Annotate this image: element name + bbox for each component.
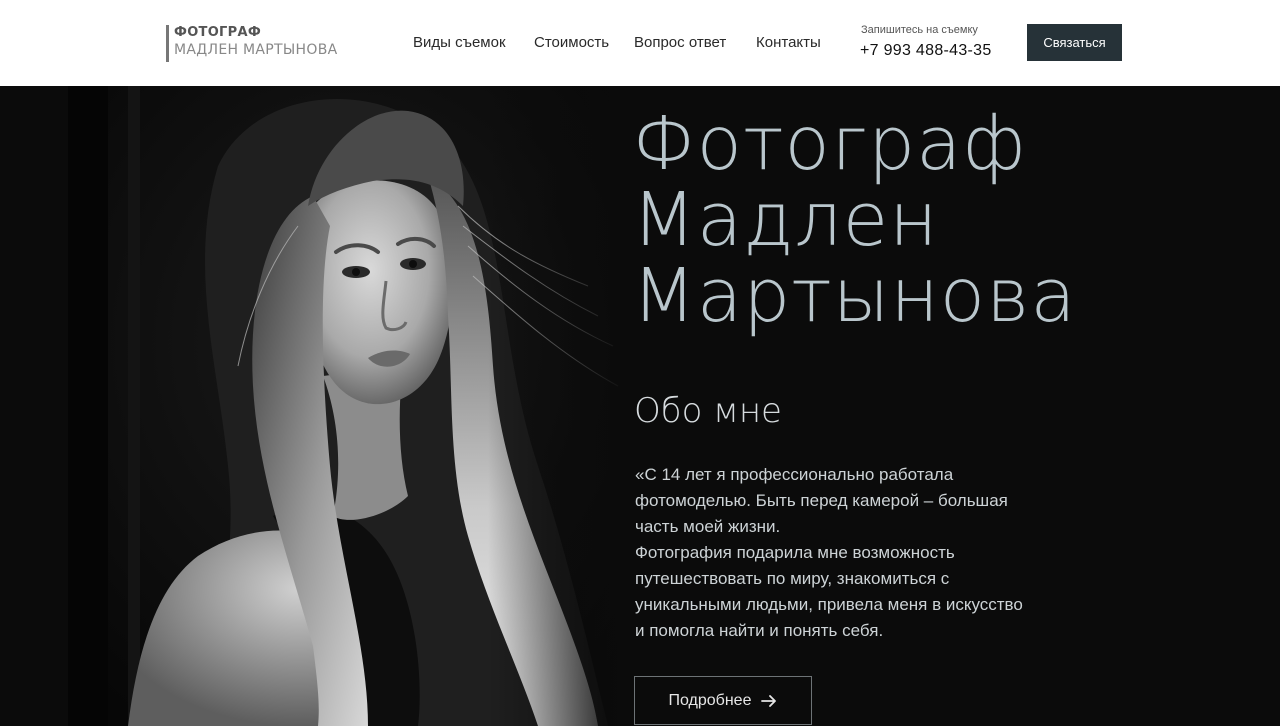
hero-title-line: Фотограф xyxy=(632,101,1027,187)
hero-section: Фотограф Мадлен Мартынова Обо мне «С 14 … xyxy=(0,86,1280,726)
logo-title: ФОТОГРАФ xyxy=(174,25,262,40)
nav-contacts[interactable]: Контакты xyxy=(756,34,821,51)
portrait-photo xyxy=(68,86,628,726)
about-paragraph: «С 14 лет я профессионально работала фот… xyxy=(635,465,1008,536)
hero-title-line: Мартынова xyxy=(632,253,1077,339)
arrow-right-icon xyxy=(761,694,777,707)
nav-pricing[interactable]: Стоимость xyxy=(534,34,609,51)
about-paragraph: Фотография подарила мне возможность путе… xyxy=(635,543,1023,640)
nav-faq[interactable]: Вопрос ответ xyxy=(634,34,726,51)
more-button[interactable]: Подробнее xyxy=(634,676,812,725)
nav-shoot-types[interactable]: Виды съемок xyxy=(413,34,506,51)
hero-title: Фотограф Мадлен Мартынова xyxy=(632,106,1077,334)
about-heading: Обо мне xyxy=(634,391,782,431)
logo-subtitle: МАДЛЕН МАРТЫНОВА xyxy=(174,42,338,58)
hero-title-line: Мадлен xyxy=(632,177,939,263)
about-text: «С 14 лет я профессионально работала фот… xyxy=(635,462,1025,644)
contact-button[interactable]: Связаться xyxy=(1027,24,1122,61)
logo[interactable]: ФОТОГРАФ МАДЛЕН МАРТЫНОВА xyxy=(166,25,337,62)
booking-caption: Запишитесь на съемку xyxy=(861,24,978,36)
phone-link[interactable]: +7 993 488-43-35 xyxy=(860,42,992,60)
site-header: ФОТОГРАФ МАДЛЕН МАРТЫНОВА Виды съемок Ст… xyxy=(0,0,1280,86)
more-button-label: Подробнее xyxy=(668,691,752,709)
